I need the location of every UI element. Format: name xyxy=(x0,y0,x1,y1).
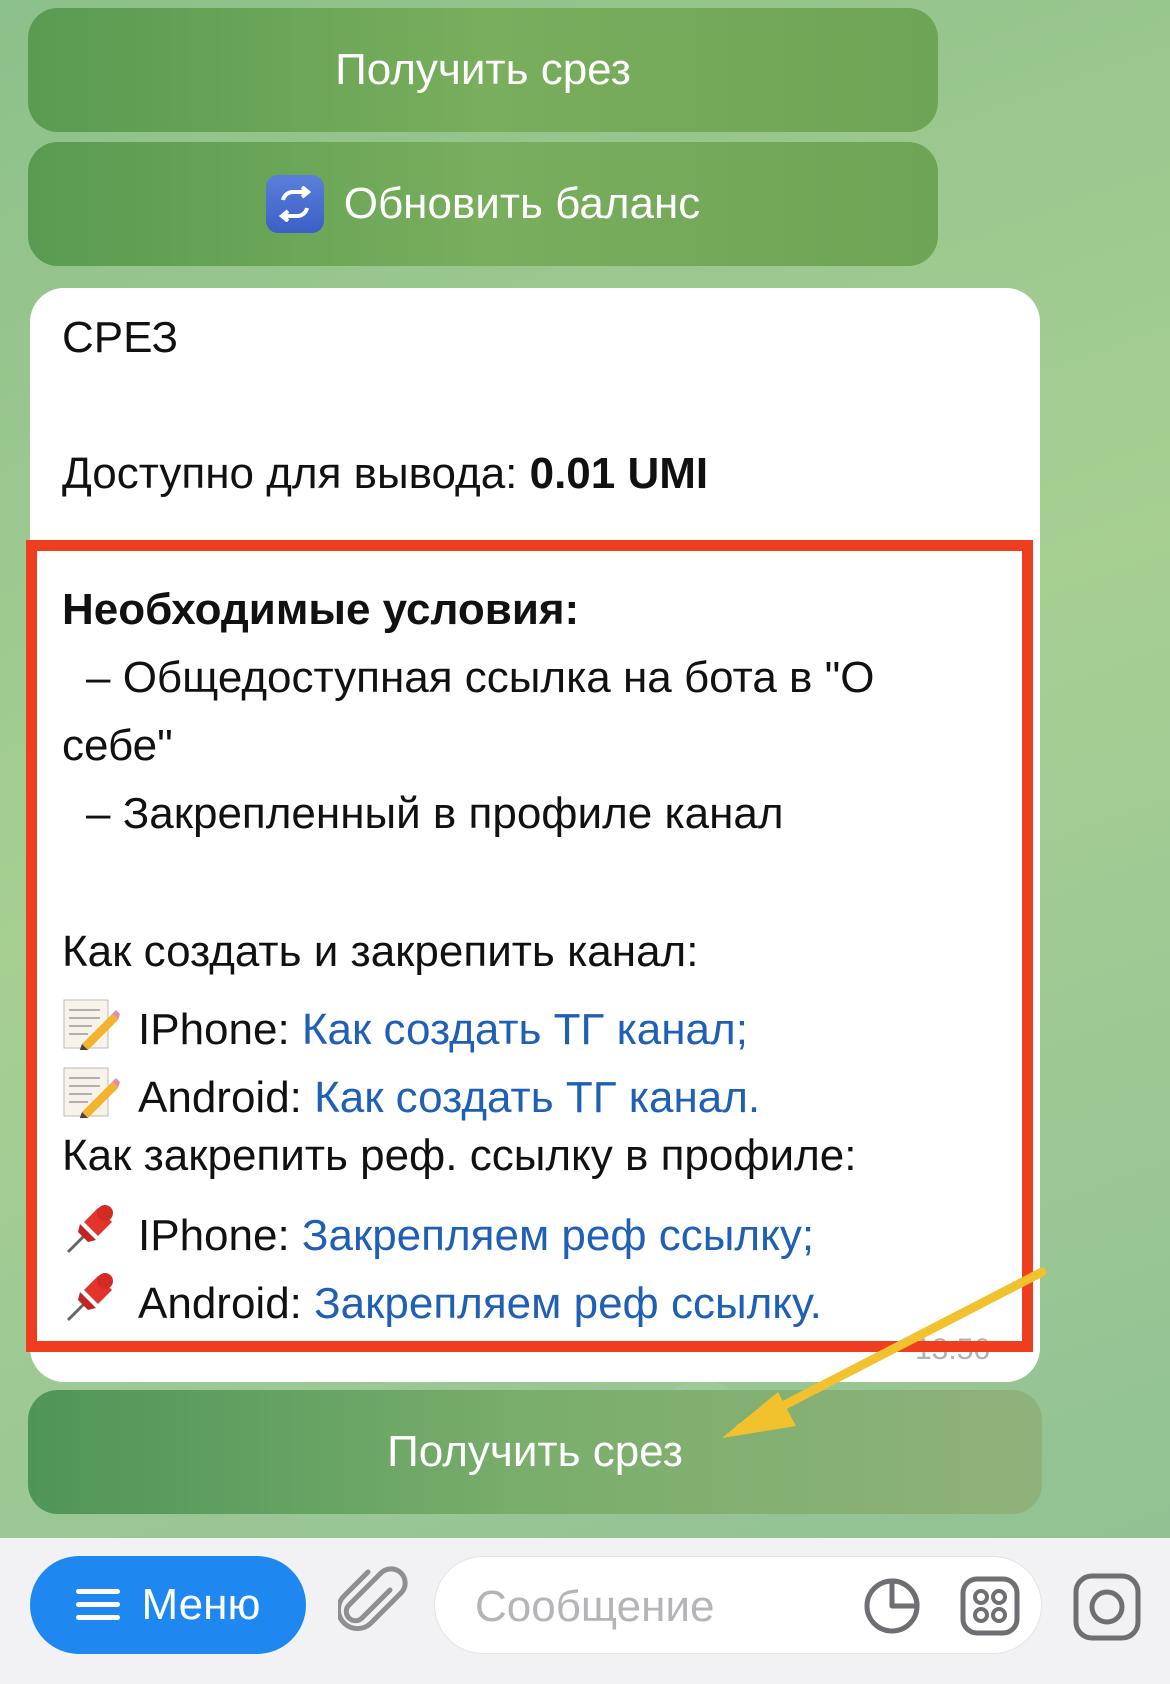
pushpin-icon xyxy=(62,1202,120,1264)
memo-pencil-icon xyxy=(62,998,120,1058)
camera-icon[interactable] xyxy=(1072,1572,1142,1642)
pin-iphone-label: IPhone: xyxy=(138,1211,302,1260)
paperclip-icon[interactable] xyxy=(338,1566,408,1644)
pin-android-label: Android: xyxy=(138,1279,315,1328)
create-iphone-link[interactable]: Как создать ТГ канал; xyxy=(302,1005,748,1054)
available-line: Доступно для вывода: 0.01 UMI xyxy=(62,452,708,496)
repeat-arrows-icon xyxy=(265,175,324,233)
memo-pencil-icon xyxy=(62,1066,120,1126)
how-create-heading: Как создать и закрепить канал: xyxy=(62,927,699,976)
menu-button-label: Меню xyxy=(141,1580,261,1629)
sticker-icon[interactable] xyxy=(862,1576,922,1636)
create-android-label: Android: xyxy=(138,1073,315,1122)
bot-commands-icon[interactable] xyxy=(960,1576,1020,1636)
condition-1-line-1: – Общедоступная ссылка на бота в "О xyxy=(86,653,875,702)
conditions-heading: Необходимые условия: xyxy=(62,585,580,634)
available-value: 0.01 UMI xyxy=(529,449,709,498)
create-android-line: Android: Как создать ТГ канал. xyxy=(62,1066,760,1126)
get-cut-button-top-label: Получить срез xyxy=(335,45,631,94)
message-title: СРЕЗ xyxy=(62,313,179,362)
arrow-annotation-icon xyxy=(722,1267,1047,1438)
pushpin-icon xyxy=(62,1270,120,1332)
pin-iphone-link[interactable]: Закрепляем реф ссылку; xyxy=(302,1211,814,1260)
pin-iphone-line: IPhone: Закрепляем реф ссылку; xyxy=(62,1202,814,1264)
create-android-link[interactable]: Как создать ТГ канал. xyxy=(314,1073,760,1122)
message-input[interactable] xyxy=(473,1577,857,1637)
how-pin-heading: Как закрепить реф. ссылку в профиле: xyxy=(62,1131,857,1180)
refresh-balance-button[interactable]: Обновить баланс xyxy=(28,142,938,266)
create-iphone-label: IPhone: xyxy=(138,1005,302,1054)
message-input-container xyxy=(434,1556,1042,1654)
menu-button[interactable]: Меню xyxy=(30,1556,306,1654)
create-iphone-line: IPhone: Как создать ТГ канал; xyxy=(62,998,748,1058)
refresh-balance-label: Обновить баланс xyxy=(343,179,701,228)
get-cut-button-top[interactable]: Получить срез xyxy=(28,8,938,132)
hamburger-icon xyxy=(75,1589,120,1620)
available-label: Доступно для вывода: xyxy=(62,449,530,498)
condition-1-line-2: себе" xyxy=(62,721,173,770)
get-cut-button-bottom-label: Получить срез xyxy=(387,1427,683,1476)
condition-2: – Закрепленный в профиле канал xyxy=(86,789,784,838)
